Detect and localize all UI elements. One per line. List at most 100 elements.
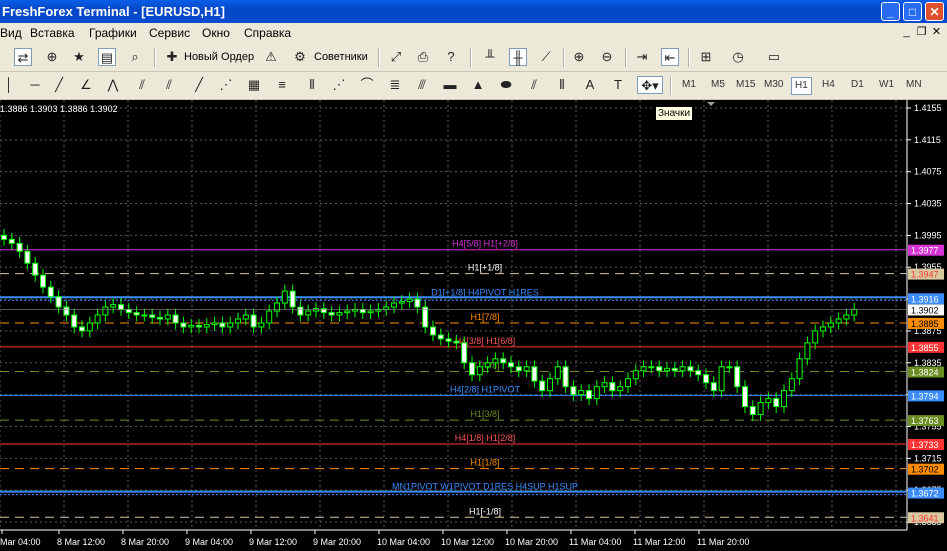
timeframe-m30[interactable]: M30 bbox=[761, 77, 786, 93]
drawing-toolbar: │ ─ ╱ ∠ ⋀ ⫽ ⫽ ╱ ⋰ ▦ ≡ ⦀ ⋰ ⌒ ≣ ⫻ ▬ ▲ ⬬ ⫽ … bbox=[0, 72, 947, 100]
fibo-expansion-icon[interactable]: ⫻ bbox=[413, 76, 431, 94]
mdi-restore-icon[interactable]: ❐ bbox=[915, 26, 928, 39]
indicators-icon[interactable]: ⊞ bbox=[697, 48, 715, 66]
maximize-button[interactable]: □ bbox=[903, 2, 922, 21]
timeframe-w1[interactable]: W1 bbox=[876, 77, 897, 93]
fibo-arcs-icon[interactable]: ⌒ bbox=[358, 76, 376, 94]
menu-charts[interactable]: Графики bbox=[89, 26, 137, 40]
timeframe-m1[interactable]: M1 bbox=[679, 77, 699, 93]
timeframe-m15[interactable]: M15 bbox=[733, 77, 758, 93]
price-chart[interactable]: 1.41551.41151.40751.40351.39951.39551.39… bbox=[0, 100, 947, 551]
zoom-in-icon[interactable]: ⊕ bbox=[570, 48, 588, 66]
channel-icon[interactable]: ⫽ bbox=[525, 76, 543, 94]
line-chart-icon[interactable]: ⟋ bbox=[537, 48, 555, 66]
elliott-icon[interactable]: ⋀ bbox=[104, 76, 122, 94]
menu-help[interactable]: Справка bbox=[244, 26, 291, 40]
menu-bar: Вид Вставка Графики Сервис Окно Справка … bbox=[0, 23, 947, 43]
arrows-icon[interactable]: ✥▾ bbox=[637, 76, 663, 94]
candle-body bbox=[742, 386, 748, 408]
candle-body bbox=[406, 298, 413, 302]
price-badge-label: 1.3672 bbox=[911, 489, 939, 499]
candle-body bbox=[297, 306, 304, 316]
candle-body bbox=[453, 340, 460, 344]
timeframe-m5[interactable]: M5 bbox=[708, 77, 728, 93]
ellipse-icon[interactable]: ⬬ bbox=[497, 76, 515, 94]
mdi-close-icon[interactable]: ✕ bbox=[930, 26, 943, 39]
new-order-icon[interactable]: ✚ bbox=[163, 48, 181, 66]
tester-icon[interactable]: ⌕ bbox=[126, 48, 144, 66]
level-label: MN1PIVOT W1PIVOT D1RES H4SUP H1SUP bbox=[392, 482, 578, 492]
trendline-icon[interactable]: ╱ bbox=[50, 76, 68, 94]
candle-body bbox=[734, 366, 741, 388]
text-icon[interactable]: A bbox=[581, 76, 599, 94]
fullscreen-icon[interactable]: ⤢ bbox=[387, 48, 405, 66]
templates-icon[interactable]: ▭ bbox=[765, 48, 783, 66]
new-order-button[interactable]: Новый Ордер bbox=[184, 51, 254, 63]
menu-insert[interactable]: Вставка bbox=[30, 26, 75, 40]
candle-body bbox=[586, 390, 592, 400]
bar-chart-icon[interactable]: ╨ bbox=[481, 48, 499, 66]
candle-body bbox=[367, 310, 374, 314]
gann-grid-icon[interactable]: ▦ bbox=[245, 76, 263, 94]
timeframe-h4[interactable]: H4 bbox=[819, 77, 838, 93]
fibo-fan-icon[interactable]: ⋰ bbox=[330, 76, 348, 94]
candlestick-icon[interactable]: ╫ bbox=[509, 48, 527, 66]
andrews-icon[interactable]: ⫽ bbox=[160, 76, 178, 94]
rectangle-icon[interactable]: ▬ bbox=[441, 76, 459, 94]
timeframe-mn[interactable]: MN bbox=[903, 77, 925, 93]
pitchfork-icon[interactable]: ⫽ bbox=[133, 76, 151, 94]
fibo-time-icon[interactable]: ⦀ bbox=[303, 76, 321, 94]
candle-body bbox=[812, 330, 819, 344]
candle-body bbox=[773, 398, 780, 408]
timeframe-h1[interactable]: H1 bbox=[791, 77, 812, 95]
vertical-line-icon[interactable]: │ bbox=[0, 76, 18, 94]
candle-body bbox=[149, 314, 156, 318]
text-label-icon[interactable]: T bbox=[609, 76, 627, 94]
fibo-channel-icon[interactable]: ≣ bbox=[386, 76, 404, 94]
angle-line-icon[interactable]: ∠ bbox=[77, 76, 95, 94]
crosshair-nav-icon[interactable]: ⊕ bbox=[43, 48, 61, 66]
zoom-out-icon[interactable]: ⊖ bbox=[598, 48, 616, 66]
candle-body bbox=[157, 316, 163, 320]
gann-line-icon[interactable]: ╱ bbox=[190, 76, 208, 94]
chart-shift-icon[interactable]: ⇤ bbox=[661, 48, 679, 66]
auto-scroll-icon[interactable]: ⇥ bbox=[633, 48, 651, 66]
cycle-lines-icon[interactable]: ⦀ bbox=[553, 76, 571, 94]
candle-body bbox=[445, 338, 452, 342]
close-button[interactable]: ✕ bbox=[925, 2, 944, 21]
fibo-retracement-icon[interactable]: ≡ bbox=[273, 76, 291, 94]
price-badge-label: 1.3977 bbox=[911, 246, 939, 256]
triangle-icon[interactable]: ▲ bbox=[469, 76, 487, 94]
menu-view[interactable]: Вид bbox=[0, 26, 22, 40]
candle-body bbox=[515, 366, 522, 372]
candle-body bbox=[570, 386, 577, 396]
warning-icon[interactable]: ⚠ bbox=[262, 48, 280, 66]
timeframe-d1[interactable]: D1 bbox=[848, 77, 867, 93]
candle-body bbox=[40, 274, 46, 288]
minimize-button[interactable]: _ bbox=[881, 2, 900, 21]
time-tick-label: 9 Mar 20:00 bbox=[313, 537, 361, 547]
mdi-minimize-icon[interactable]: _ bbox=[900, 26, 913, 39]
horizontal-line-icon[interactable]: ─ bbox=[26, 76, 44, 94]
candle-body bbox=[328, 312, 335, 316]
menu-service[interactable]: Сервис bbox=[149, 26, 190, 40]
level-label: H1[7/8] bbox=[470, 312, 499, 322]
advisors-button[interactable]: Советники bbox=[314, 51, 368, 63]
advisors-icon[interactable]: ⚙ bbox=[291, 48, 309, 66]
market-watch-icon[interactable]: ⇄ bbox=[14, 48, 32, 66]
gann-fan-icon[interactable]: ⋰ bbox=[217, 76, 235, 94]
chart-window[interactable]: 1.41551.41151.40751.40351.39951.39551.39… bbox=[0, 100, 947, 551]
terminal-icon[interactable]: ▤ bbox=[98, 48, 116, 66]
candle-body bbox=[430, 326, 436, 336]
help-icon[interactable]: ? bbox=[442, 48, 460, 66]
price-badge-label: 1.3702 bbox=[911, 465, 939, 475]
price-badge-label: 1.3641 bbox=[911, 513, 939, 523]
time-tick-label: 10 Mar 12:00 bbox=[441, 537, 494, 547]
favorites-icon[interactable]: ★ bbox=[70, 48, 88, 66]
candle-body bbox=[8, 238, 15, 244]
periods-clock-icon[interactable]: ◷ bbox=[729, 48, 747, 66]
candle-body bbox=[656, 366, 663, 372]
menu-window[interactable]: Окно bbox=[202, 26, 230, 40]
candle-body bbox=[578, 390, 585, 396]
print-icon[interactable]: ⎙ bbox=[414, 48, 432, 66]
